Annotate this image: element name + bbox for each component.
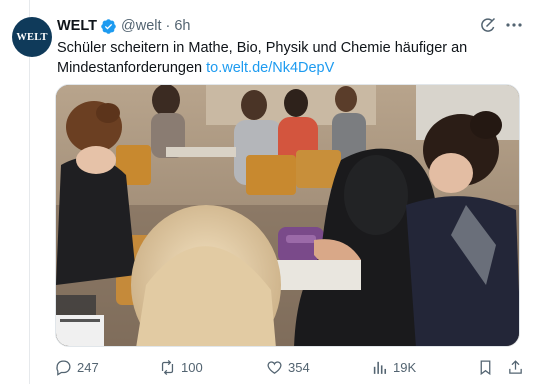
more-options-icon[interactable] [505, 17, 523, 33]
thread-rule [29, 0, 30, 384]
views-count: 19K [393, 359, 417, 375]
retweet-icon [161, 359, 174, 375]
reply-icon [56, 359, 71, 376]
avatar[interactable]: WELT [12, 17, 52, 57]
tweet-text: Schüler scheitern in Mathe, Bio, Physik … [57, 38, 517, 78]
account-name[interactable]: WELT [57, 18, 97, 34]
like-count: 354 [288, 359, 310, 375]
grok-icon[interactable] [480, 17, 496, 33]
tweet-link[interactable]: to.welt.de/Nk4DepV [206, 60, 334, 76]
share-icon [509, 359, 522, 374]
tweet-photo[interactable] [55, 84, 520, 347]
header-separator: · [165, 18, 171, 34]
verified-badge-icon [101, 18, 116, 34]
tweet-header: WELT @welt · 6h [57, 16, 191, 36]
reply-count: 247 [77, 359, 99, 375]
tweet-actions: 247 100 354 19K [55, 356, 525, 378]
like-button[interactable]: 354 [266, 356, 310, 378]
bookmark-button[interactable] [477, 356, 499, 378]
bookmark-icon [480, 359, 491, 375]
tweet-time[interactable]: 6h [174, 18, 190, 34]
retweet-button[interactable]: 100 [159, 356, 203, 378]
views-chart-icon [373, 361, 387, 374]
heart-icon [267, 360, 282, 374]
views-button[interactable]: 19K [371, 356, 416, 378]
avatar-logo-text: WELT [16, 31, 48, 43]
share-button[interactable] [507, 356, 529, 378]
reply-button[interactable]: 247 [55, 356, 99, 378]
account-handle[interactable]: @welt [121, 18, 162, 34]
retweet-count: 100 [181, 359, 203, 375]
classroom-photo-icon [56, 85, 519, 346]
